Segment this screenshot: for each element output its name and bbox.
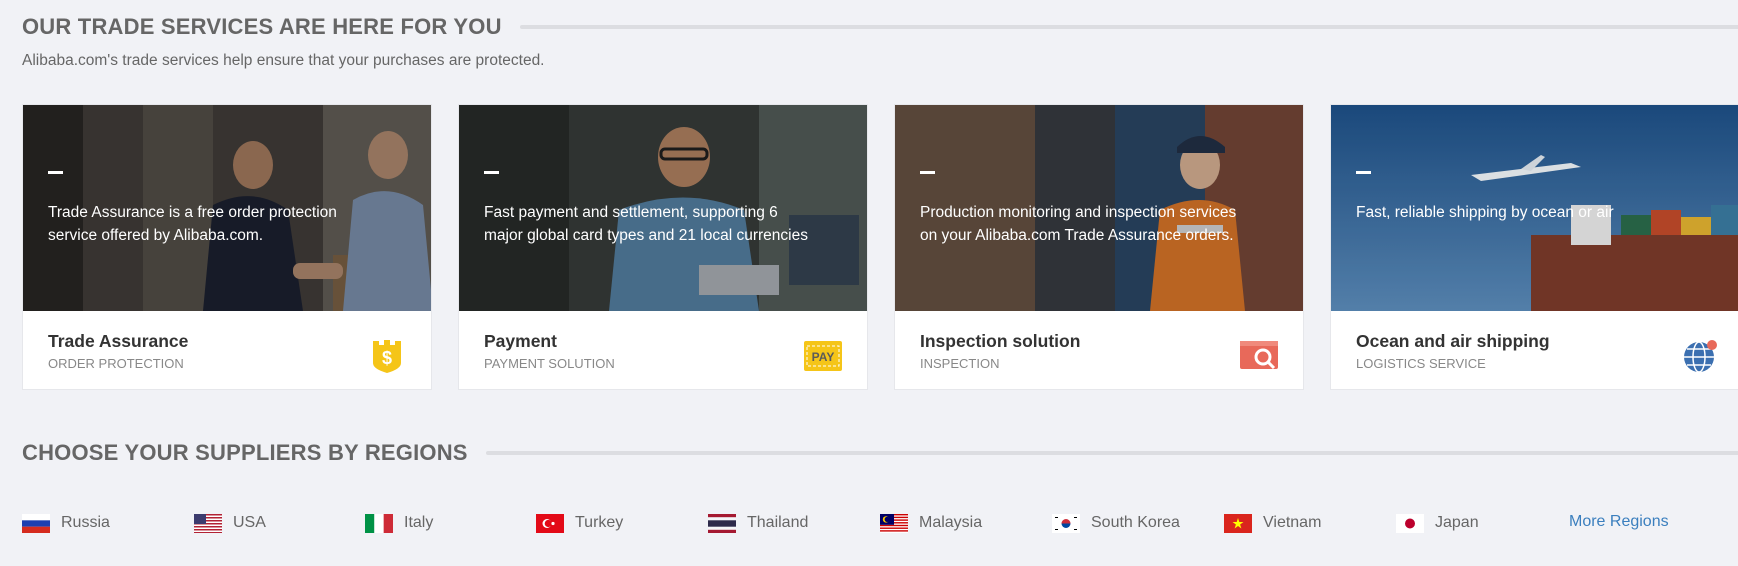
card-subtitle: INSPECTION bbox=[920, 356, 1000, 371]
trade-services-title: OUR TRADE SERVICES ARE HERE FOR YOU bbox=[22, 14, 502, 39]
region-label: Italy bbox=[404, 514, 434, 531]
italy-flag-icon bbox=[365, 513, 393, 533]
card-subtitle: PAYMENT SOLUTION bbox=[484, 356, 615, 371]
service-card-payment[interactable]: Fast payment and settlement, supporting … bbox=[458, 104, 868, 390]
region-label: South Korea bbox=[1091, 514, 1180, 531]
globe-icon bbox=[1681, 335, 1721, 375]
service-card-shipping[interactable]: Fast, reliable shipping by ocean or air … bbox=[1330, 104, 1738, 390]
shield-dollar-icon: $ bbox=[367, 335, 407, 375]
card-description: Trade Assurance is a free order protecti… bbox=[48, 204, 337, 244]
card-dash bbox=[48, 171, 63, 174]
trade-services-subtitle: Alibaba.com's trade services help ensure… bbox=[22, 52, 545, 69]
regions-header: CHOOSE YOUR SUPPLIERS BY REGIONS bbox=[22, 440, 1738, 466]
section-divider bbox=[485, 451, 1738, 455]
region-item-japan[interactable]: Japan bbox=[1396, 510, 1479, 536]
service-card-trade-assurance[interactable]: Trade Assurance is a free order protecti… bbox=[22, 104, 432, 390]
region-label: Japan bbox=[1435, 514, 1479, 531]
inspection-magnifier-icon bbox=[1239, 335, 1279, 375]
more-regions-link[interactable]: More Regions bbox=[1569, 513, 1669, 531]
region-item-turkey[interactable]: Turkey bbox=[536, 510, 623, 536]
region-item-italy[interactable]: Italy bbox=[365, 510, 433, 536]
region-label: USA bbox=[233, 514, 266, 531]
card-title: Payment bbox=[484, 331, 557, 351]
card-title: Inspection solution bbox=[920, 331, 1081, 351]
svg-text:PAY: PAY bbox=[812, 350, 835, 364]
region-item-vietnam[interactable]: Vietnam bbox=[1224, 510, 1321, 536]
trade-services-header: OUR TRADE SERVICES ARE HERE FOR YOU bbox=[22, 14, 1738, 40]
service-card-inspection[interactable]: Production monitoring and inspection ser… bbox=[894, 104, 1304, 390]
card-subtitle: LOGISTICS SERVICE bbox=[1356, 356, 1486, 371]
region-label: Malaysia bbox=[919, 514, 983, 531]
vietnam-flag-icon bbox=[1224, 513, 1252, 533]
card-dash bbox=[1356, 171, 1371, 174]
card-dash bbox=[920, 171, 935, 174]
region-label: Vietnam bbox=[1263, 514, 1322, 531]
region-item-malaysia[interactable]: Malaysia bbox=[880, 510, 982, 536]
south-korea-flag-icon bbox=[1052, 513, 1080, 533]
turkey-flag-icon bbox=[536, 513, 564, 533]
trade-services-page: OUR TRADE SERVICES ARE HERE FOR YOU Alib… bbox=[0, 0, 1738, 566]
region-item-russia[interactable]: Russia bbox=[22, 510, 110, 536]
pay-card-icon: PAY bbox=[803, 335, 843, 375]
thailand-flag-icon bbox=[708, 513, 736, 533]
card-title: Trade Assurance bbox=[48, 331, 189, 351]
section-divider bbox=[519, 25, 1738, 29]
card-description: Production monitoring and inspection ser… bbox=[920, 204, 1237, 244]
card-description: Fast, reliable shipping by ocean or air bbox=[1356, 204, 1614, 221]
card-description: Fast payment and settlement, supporting … bbox=[484, 204, 808, 244]
region-label: Thailand bbox=[747, 514, 809, 531]
card-title: Ocean and air shipping bbox=[1356, 331, 1550, 351]
svg-text:$: $ bbox=[382, 348, 392, 368]
usa-flag-icon bbox=[194, 513, 222, 533]
russia-flag-icon bbox=[22, 513, 50, 533]
japan-flag-icon bbox=[1396, 513, 1424, 533]
region-label: Russia bbox=[61, 514, 110, 531]
card-dash bbox=[484, 171, 499, 174]
region-item-thailand[interactable]: Thailand bbox=[708, 510, 808, 536]
region-label: Turkey bbox=[575, 514, 624, 531]
malaysia-flag-icon bbox=[880, 513, 908, 533]
card-subtitle: ORDER PROTECTION bbox=[48, 356, 184, 371]
region-item-usa[interactable]: USA bbox=[194, 510, 266, 536]
region-item-south-korea[interactable]: South Korea bbox=[1052, 510, 1180, 536]
regions-title: CHOOSE YOUR SUPPLIERS BY REGIONS bbox=[22, 440, 468, 465]
